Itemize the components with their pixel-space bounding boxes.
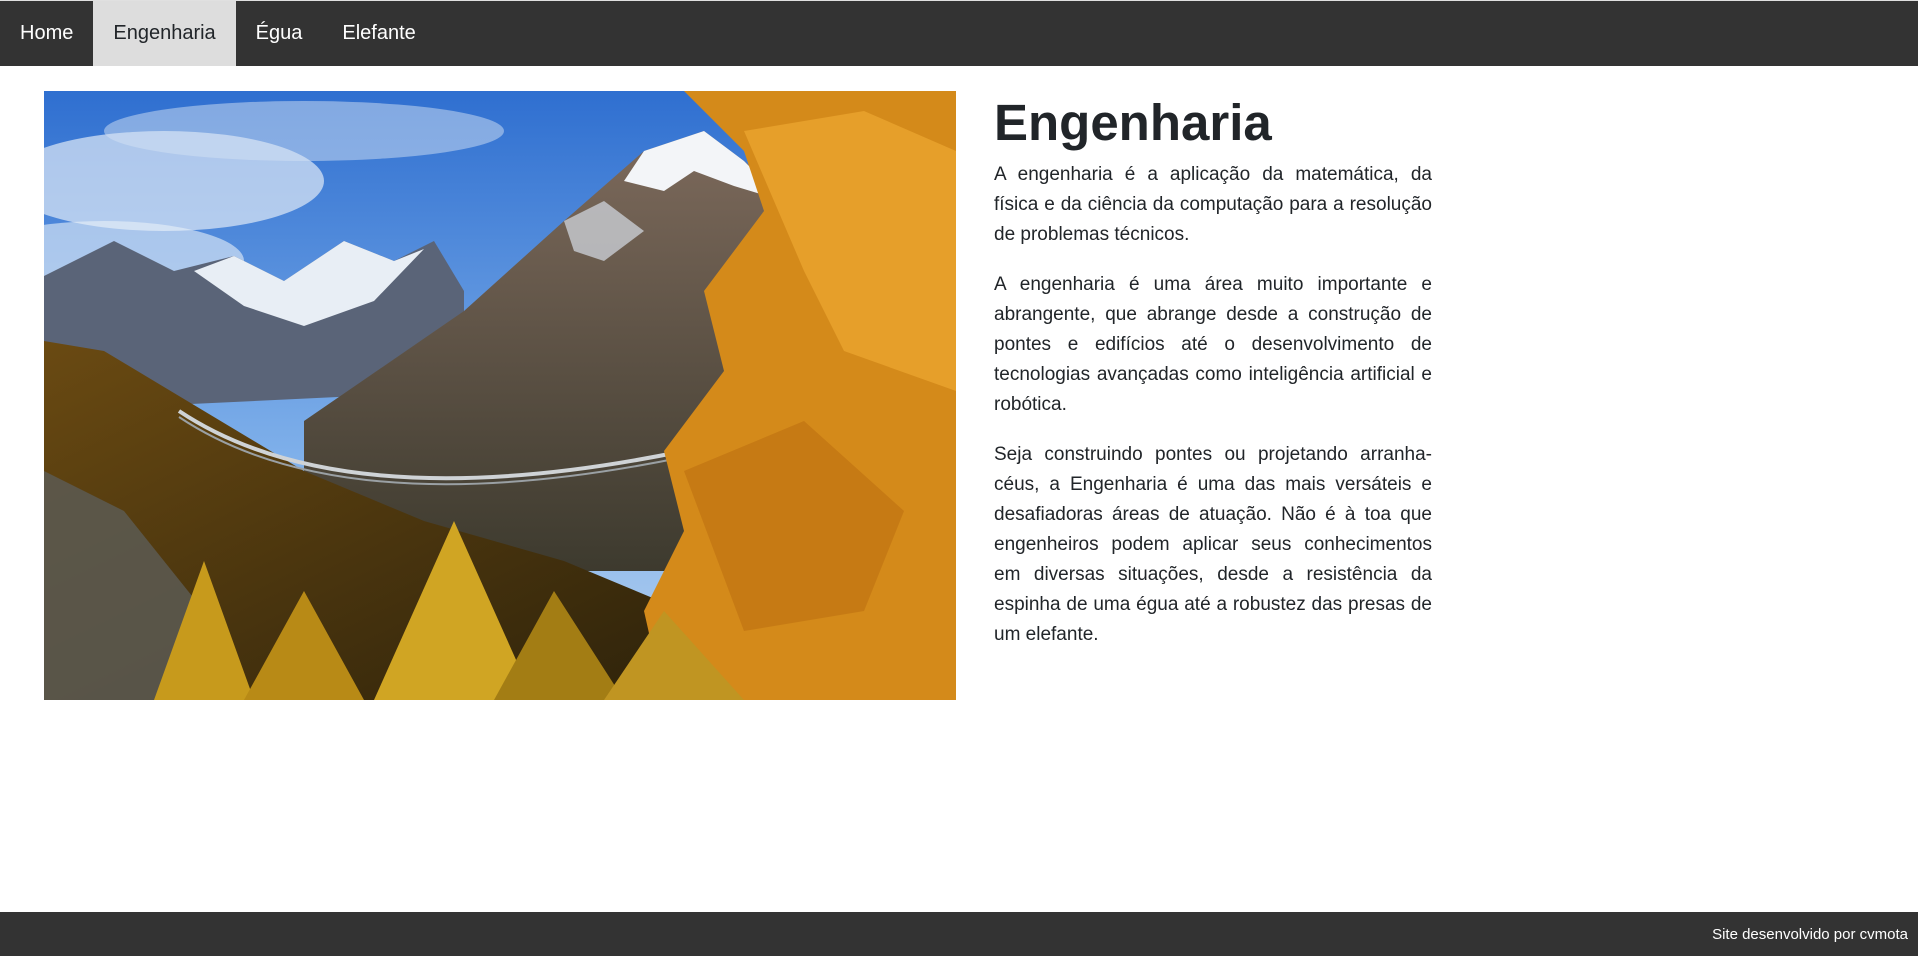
nav-item-engenharia[interactable]: Engenharia (93, 1, 236, 66)
mountain-bridge-illustration (44, 91, 956, 700)
paragraph-2: A engenharia é uma área muito importante… (994, 274, 1432, 415)
page-title: Engenharia (994, 94, 1272, 151)
paragraph-1: A engenharia é a aplicação da matemática… (994, 164, 1432, 245)
footer: Site desenvolvido por cvmota (0, 912, 1918, 956)
content-section: Engenharia A engenharia é a aplicação da… (994, 92, 1432, 670)
paragraph-3: Seja construindo pontes ou projetando ar… (994, 444, 1432, 645)
nav-item-egua[interactable]: Égua (236, 1, 323, 66)
hero-image (44, 91, 956, 700)
footer-credit: Site desenvolvido por cvmota (1712, 925, 1908, 943)
top-navbar: Home Engenharia Égua Elefante (0, 0, 1918, 66)
nav-item-elefante[interactable]: Elefante (322, 1, 435, 66)
nav-item-home[interactable]: Home (0, 1, 93, 66)
